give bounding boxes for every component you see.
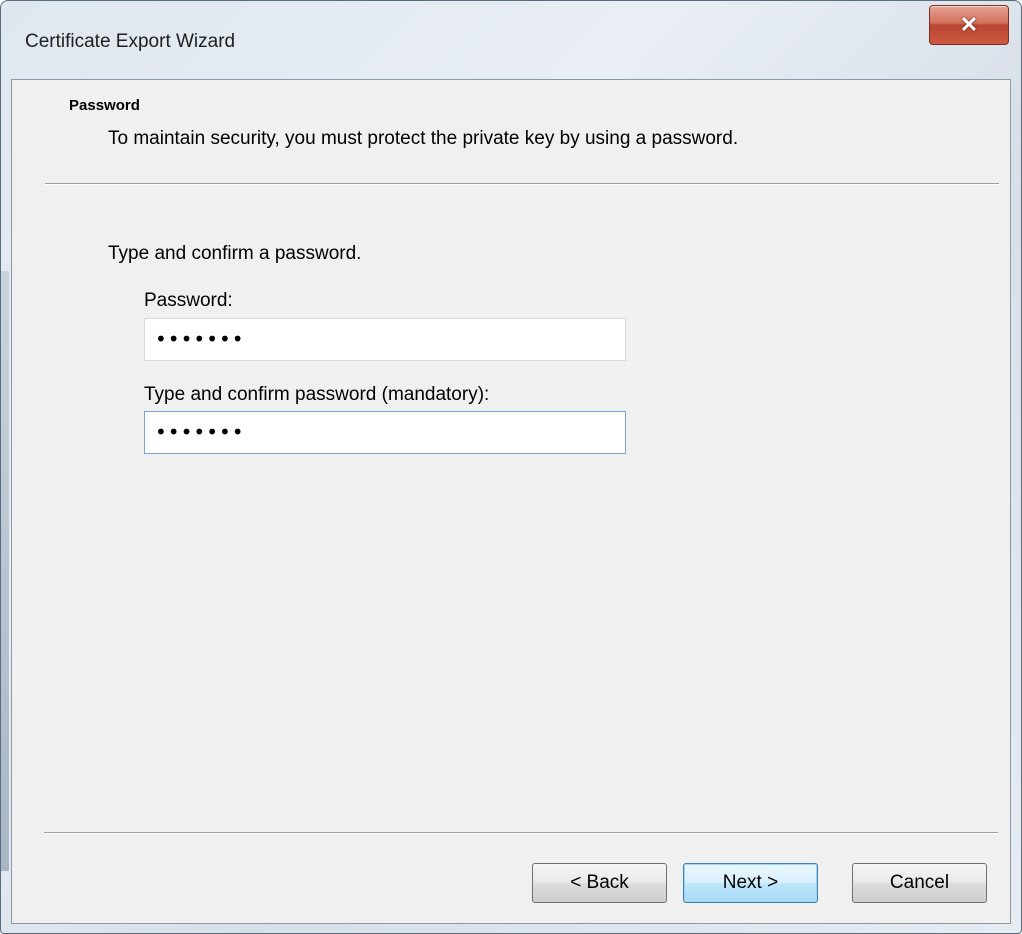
close-button[interactable]: ✕ bbox=[929, 5, 1009, 45]
header-divider bbox=[45, 183, 999, 185]
wizard-content: Password To maintain security, you must … bbox=[11, 79, 1011, 924]
wizard-window: Certificate Export Wizard ✕ Password To … bbox=[0, 0, 1022, 934]
window-title: Certificate Export Wizard bbox=[25, 31, 236, 52]
back-button[interactable]: < Back bbox=[532, 863, 667, 903]
password-input[interactable]: ••••••• bbox=[144, 318, 626, 361]
page-title: Password bbox=[69, 97, 140, 114]
cancel-button[interactable]: Cancel bbox=[852, 863, 987, 903]
page-description: To maintain security, you must protect t… bbox=[108, 128, 739, 149]
confirm-password-input[interactable]: ••••••• bbox=[144, 411, 626, 454]
next-button[interactable]: Next > bbox=[683, 863, 818, 903]
instruction-text: Type and confirm a password. bbox=[108, 243, 362, 264]
window-frame-edge bbox=[1, 271, 9, 871]
title-bar[interactable]: Certificate Export Wizard ✕ bbox=[1, 1, 1021, 79]
close-icon: ✕ bbox=[959, 12, 979, 37]
confirm-password-label: Type and confirm password (mandatory): bbox=[144, 384, 490, 405]
footer-divider bbox=[44, 832, 998, 834]
password-label: Password: bbox=[144, 290, 233, 311]
